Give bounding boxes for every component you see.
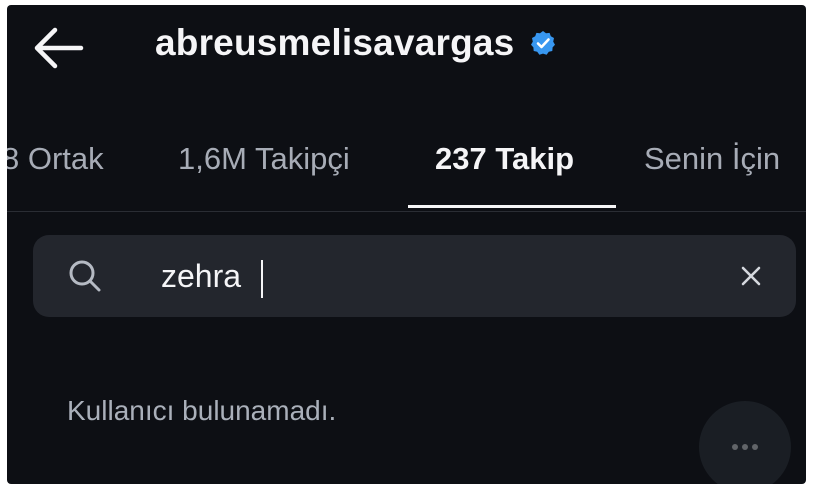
search-input[interactable] — [161, 251, 721, 301]
active-tab-indicator — [408, 205, 616, 208]
verified-badge-icon — [531, 31, 556, 55]
arrow-left-icon — [34, 27, 84, 69]
close-icon — [741, 266, 761, 286]
search-icon — [69, 260, 101, 292]
clear-search-button[interactable] — [736, 261, 766, 291]
profile-header: abreusmelisavargas — [7, 5, 806, 93]
search-bar — [33, 235, 796, 317]
no-results-message: Kullanıcı bulunamadı. — [67, 395, 337, 426]
more-icon — [732, 444, 758, 450]
tab-following[interactable]: 237 Takip — [435, 141, 574, 177]
tab-mutual[interactable]: 8 Ortak — [7, 141, 104, 177]
back-button[interactable] — [31, 25, 85, 71]
title-group: abreusmelisavargas — [155, 22, 556, 64]
follow-tabs: 8 Ortak 1,6M Takipçi 237 Takip Senin İçi… — [7, 125, 806, 212]
text-caret — [261, 260, 263, 298]
floating-action-button[interactable] — [699, 401, 791, 484]
profile-username: abreusmelisavargas — [155, 22, 515, 63]
app-screen: abreusmelisavargas 8 Ortak 1,6M Takipçi … — [7, 5, 806, 484]
tab-followers[interactable]: 1,6M Takipçi — [178, 141, 350, 177]
tab-for-you[interactable]: Senin İçin — [644, 141, 780, 177]
